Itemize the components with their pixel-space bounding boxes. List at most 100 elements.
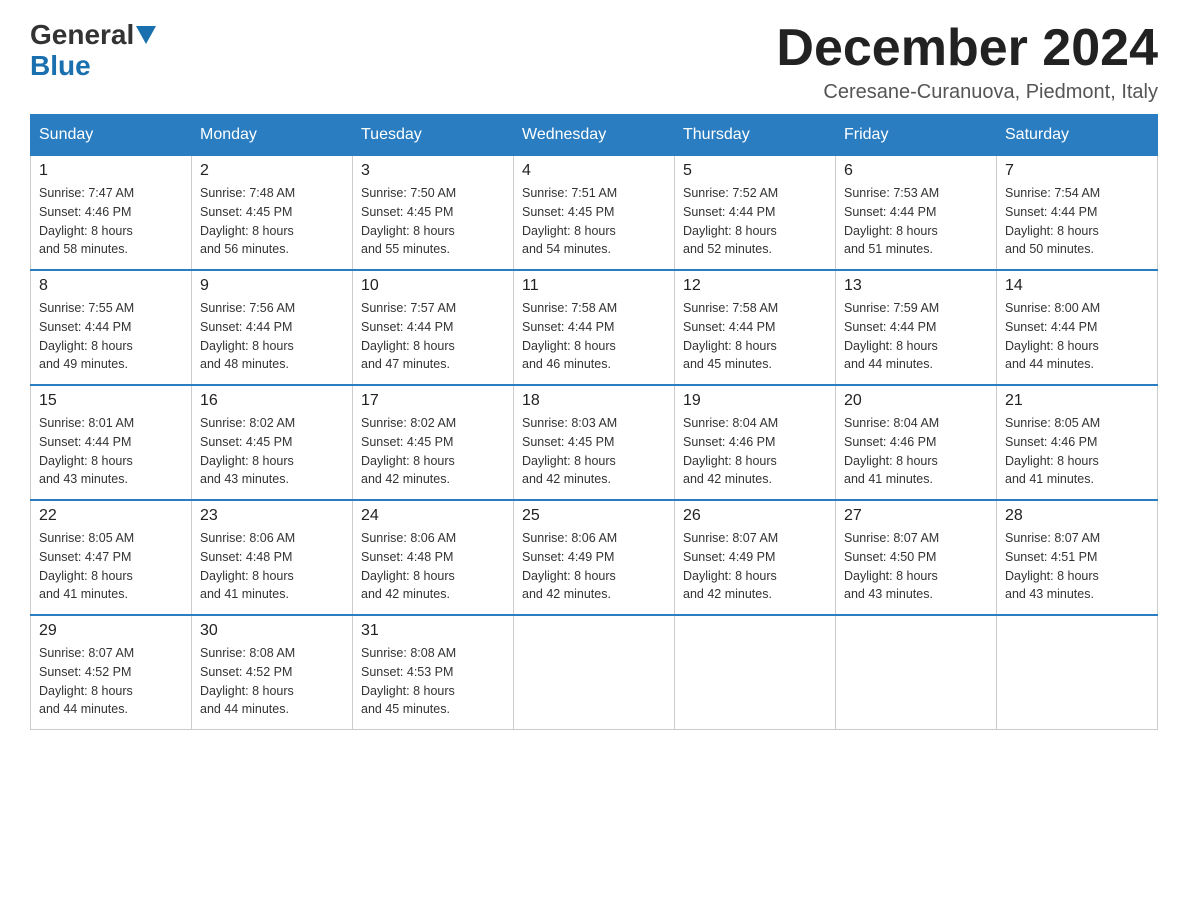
calendar-cell: 21 Sunrise: 8:05 AMSunset: 4:46 PMDaylig… [997,385,1158,500]
day-info: Sunrise: 8:03 AMSunset: 4:45 PMDaylight:… [522,416,617,486]
day-number: 15 [39,392,183,410]
weekday-header-tuesday: Tuesday [353,115,514,155]
calendar-cell: 20 Sunrise: 8:04 AMSunset: 4:46 PMDaylig… [836,385,997,500]
calendar-cell: 22 Sunrise: 8:05 AMSunset: 4:47 PMDaylig… [31,500,192,615]
logo-triangle-icon [136,26,156,44]
calendar-cell: 26 Sunrise: 8:07 AMSunset: 4:49 PMDaylig… [675,500,836,615]
day-info: Sunrise: 8:04 AMSunset: 4:46 PMDaylight:… [844,416,939,486]
day-info: Sunrise: 8:07 AMSunset: 4:51 PMDaylight:… [1005,531,1100,601]
day-info: Sunrise: 7:48 AMSunset: 4:45 PMDaylight:… [200,186,295,256]
calendar-week-row: 29 Sunrise: 8:07 AMSunset: 4:52 PMDaylig… [31,615,1158,730]
calendar-cell: 13 Sunrise: 7:59 AMSunset: 4:44 PMDaylig… [836,270,997,385]
calendar-cell: 5 Sunrise: 7:52 AMSunset: 4:44 PMDayligh… [675,155,836,270]
calendar-cell: 28 Sunrise: 8:07 AMSunset: 4:51 PMDaylig… [997,500,1158,615]
day-info: Sunrise: 7:55 AMSunset: 4:44 PMDaylight:… [39,301,134,371]
day-number: 17 [361,392,505,410]
calendar-cell: 24 Sunrise: 8:06 AMSunset: 4:48 PMDaylig… [353,500,514,615]
calendar-cell: 10 Sunrise: 7:57 AMSunset: 4:44 PMDaylig… [353,270,514,385]
day-number: 10 [361,277,505,295]
day-number: 24 [361,507,505,525]
day-number: 8 [39,277,183,295]
day-number: 5 [683,162,827,180]
day-info: Sunrise: 7:50 AMSunset: 4:45 PMDaylight:… [361,186,456,256]
calendar-cell: 27 Sunrise: 8:07 AMSunset: 4:50 PMDaylig… [836,500,997,615]
day-info: Sunrise: 7:59 AMSunset: 4:44 PMDaylight:… [844,301,939,371]
day-number: 25 [522,507,666,525]
weekday-header-wednesday: Wednesday [514,115,675,155]
day-number: 14 [1005,277,1149,295]
day-info: Sunrise: 8:04 AMSunset: 4:46 PMDaylight:… [683,416,778,486]
weekday-header-saturday: Saturday [997,115,1158,155]
calendar-cell: 3 Sunrise: 7:50 AMSunset: 4:45 PMDayligh… [353,155,514,270]
day-info: Sunrise: 7:57 AMSunset: 4:44 PMDaylight:… [361,301,456,371]
calendar-cell [836,615,997,730]
day-info: Sunrise: 8:06 AMSunset: 4:48 PMDaylight:… [361,531,456,601]
day-info: Sunrise: 7:56 AMSunset: 4:44 PMDaylight:… [200,301,295,371]
day-number: 29 [39,622,183,640]
title-area: December 2024 Ceresane-Curanuova, Piedmo… [776,20,1158,104]
logo-blue-text: Blue [30,51,91,82]
calendar-cell: 2 Sunrise: 7:48 AMSunset: 4:45 PMDayligh… [192,155,353,270]
page-header: General Blue December 2024 Ceresane-Cura… [30,20,1158,104]
day-number: 27 [844,507,988,525]
calendar-table: SundayMondayTuesdayWednesdayThursdayFrid… [30,114,1158,730]
day-number: 31 [361,622,505,640]
weekday-header-sunday: Sunday [31,115,192,155]
calendar-week-row: 22 Sunrise: 8:05 AMSunset: 4:47 PMDaylig… [31,500,1158,615]
calendar-cell: 29 Sunrise: 8:07 AMSunset: 4:52 PMDaylig… [31,615,192,730]
day-info: Sunrise: 8:05 AMSunset: 4:46 PMDaylight:… [1005,416,1100,486]
logo-general-text: General [30,20,134,51]
weekday-header-thursday: Thursday [675,115,836,155]
day-info: Sunrise: 7:58 AMSunset: 4:44 PMDaylight:… [522,301,617,371]
calendar-cell: 1 Sunrise: 7:47 AMSunset: 4:46 PMDayligh… [31,155,192,270]
calendar-cell: 16 Sunrise: 8:02 AMSunset: 4:45 PMDaylig… [192,385,353,500]
calendar-cell: 30 Sunrise: 8:08 AMSunset: 4:52 PMDaylig… [192,615,353,730]
day-info: Sunrise: 8:07 AMSunset: 4:52 PMDaylight:… [39,646,134,716]
calendar-cell: 6 Sunrise: 7:53 AMSunset: 4:44 PMDayligh… [836,155,997,270]
calendar-cell: 15 Sunrise: 8:01 AMSunset: 4:44 PMDaylig… [31,385,192,500]
day-number: 6 [844,162,988,180]
day-info: Sunrise: 8:08 AMSunset: 4:52 PMDaylight:… [200,646,295,716]
day-number: 26 [683,507,827,525]
calendar-cell: 4 Sunrise: 7:51 AMSunset: 4:45 PMDayligh… [514,155,675,270]
day-info: Sunrise: 7:51 AMSunset: 4:45 PMDaylight:… [522,186,617,256]
day-info: Sunrise: 7:54 AMSunset: 4:44 PMDaylight:… [1005,186,1100,256]
day-number: 2 [200,162,344,180]
day-number: 3 [361,162,505,180]
weekday-header-monday: Monday [192,115,353,155]
calendar-cell: 8 Sunrise: 7:55 AMSunset: 4:44 PMDayligh… [31,270,192,385]
day-info: Sunrise: 8:06 AMSunset: 4:48 PMDaylight:… [200,531,295,601]
logo: General Blue [30,20,156,82]
calendar-cell: 14 Sunrise: 8:00 AMSunset: 4:44 PMDaylig… [997,270,1158,385]
calendar-cell [514,615,675,730]
day-number: 19 [683,392,827,410]
day-number: 23 [200,507,344,525]
calendar-cell: 31 Sunrise: 8:08 AMSunset: 4:53 PMDaylig… [353,615,514,730]
calendar-cell: 25 Sunrise: 8:06 AMSunset: 4:49 PMDaylig… [514,500,675,615]
day-number: 12 [683,277,827,295]
calendar-week-row: 15 Sunrise: 8:01 AMSunset: 4:44 PMDaylig… [31,385,1158,500]
day-info: Sunrise: 8:05 AMSunset: 4:47 PMDaylight:… [39,531,134,601]
calendar-cell: 9 Sunrise: 7:56 AMSunset: 4:44 PMDayligh… [192,270,353,385]
calendar-cell: 18 Sunrise: 8:03 AMSunset: 4:45 PMDaylig… [514,385,675,500]
day-number: 9 [200,277,344,295]
calendar-cell: 12 Sunrise: 7:58 AMSunset: 4:44 PMDaylig… [675,270,836,385]
calendar-cell: 7 Sunrise: 7:54 AMSunset: 4:44 PMDayligh… [997,155,1158,270]
calendar-cell: 19 Sunrise: 8:04 AMSunset: 4:46 PMDaylig… [675,385,836,500]
day-number: 13 [844,277,988,295]
day-number: 20 [844,392,988,410]
day-number: 7 [1005,162,1149,180]
day-info: Sunrise: 8:07 AMSunset: 4:49 PMDaylight:… [683,531,778,601]
calendar-week-row: 8 Sunrise: 7:55 AMSunset: 4:44 PMDayligh… [31,270,1158,385]
calendar-header-row: SundayMondayTuesdayWednesdayThursdayFrid… [31,115,1158,155]
day-number: 16 [200,392,344,410]
day-info: Sunrise: 8:02 AMSunset: 4:45 PMDaylight:… [361,416,456,486]
day-info: Sunrise: 8:01 AMSunset: 4:44 PMDaylight:… [39,416,134,486]
day-info: Sunrise: 7:58 AMSunset: 4:44 PMDaylight:… [683,301,778,371]
day-info: Sunrise: 8:00 AMSunset: 4:44 PMDaylight:… [1005,301,1100,371]
calendar-cell: 23 Sunrise: 8:06 AMSunset: 4:48 PMDaylig… [192,500,353,615]
day-info: Sunrise: 7:52 AMSunset: 4:44 PMDaylight:… [683,186,778,256]
day-number: 30 [200,622,344,640]
day-number: 18 [522,392,666,410]
day-number: 1 [39,162,183,180]
